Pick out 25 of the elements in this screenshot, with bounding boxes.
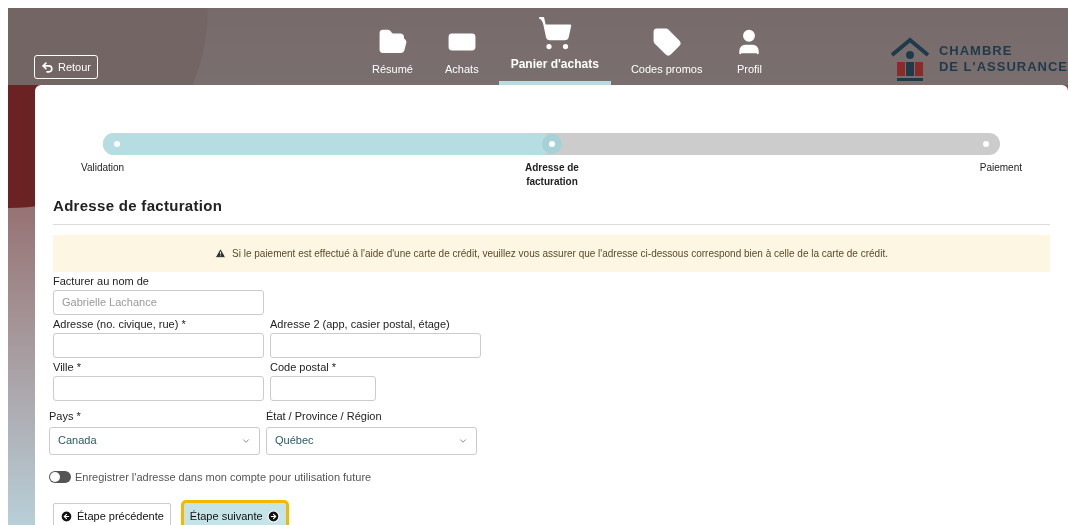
field-label: Adresse 2 (app, casier postal, étage) — [270, 316, 451, 331]
nav-tab[interactable]: Résumé — [360, 15, 425, 85]
warning-banner: Si le paiement est effectué à l'aide d'une carte de crédit, veuillez vous assurer que l'adresse ci-dessous correspond bien à celle de la carte de crédit. — [53, 234, 1050, 272]
step-label: Adresse de facturation — [524, 161, 580, 189]
section-heading: Adresse de facturation — [53, 195, 1050, 225]
field-label: Adresse (no. civique, rue) * — [53, 316, 187, 331]
previous-step-button[interactable]: Étape précédente — [53, 503, 171, 525]
nav-tab[interactable]: Achats — [433, 15, 491, 85]
back-button[interactable]: Retour — [34, 55, 99, 79]
toggle-label: Enregistrer l'adresse dans mon compte pour utilisation future — [75, 469, 372, 485]
logo-text: DE L'ASSURANCE — [938, 59, 1068, 75]
dropdown[interactable]: Québec — [266, 426, 477, 455]
field-label: Facturer au nom de — [53, 273, 150, 288]
field-label: État / Province / Région — [266, 408, 383, 423]
nav-tab[interactable]: Profil — [722, 15, 777, 85]
nav-tab[interactable]: Codes promos — [618, 15, 715, 85]
dropdown[interactable]: Canada — [49, 426, 260, 455]
input-field[interactable]: Gabrielle Lachance — [53, 289, 264, 315]
next-step-button[interactable]: Étape suivante — [180, 500, 289, 525]
field-label: Pays * — [49, 408, 82, 423]
logo-text: CHAMBRE — [938, 43, 1014, 59]
step-label: Validation — [81, 161, 125, 175]
field-label: Ville * — [53, 359, 82, 374]
field-label: Code postal * — [270, 359, 338, 374]
step-label: Paiement — [979, 161, 1022, 175]
